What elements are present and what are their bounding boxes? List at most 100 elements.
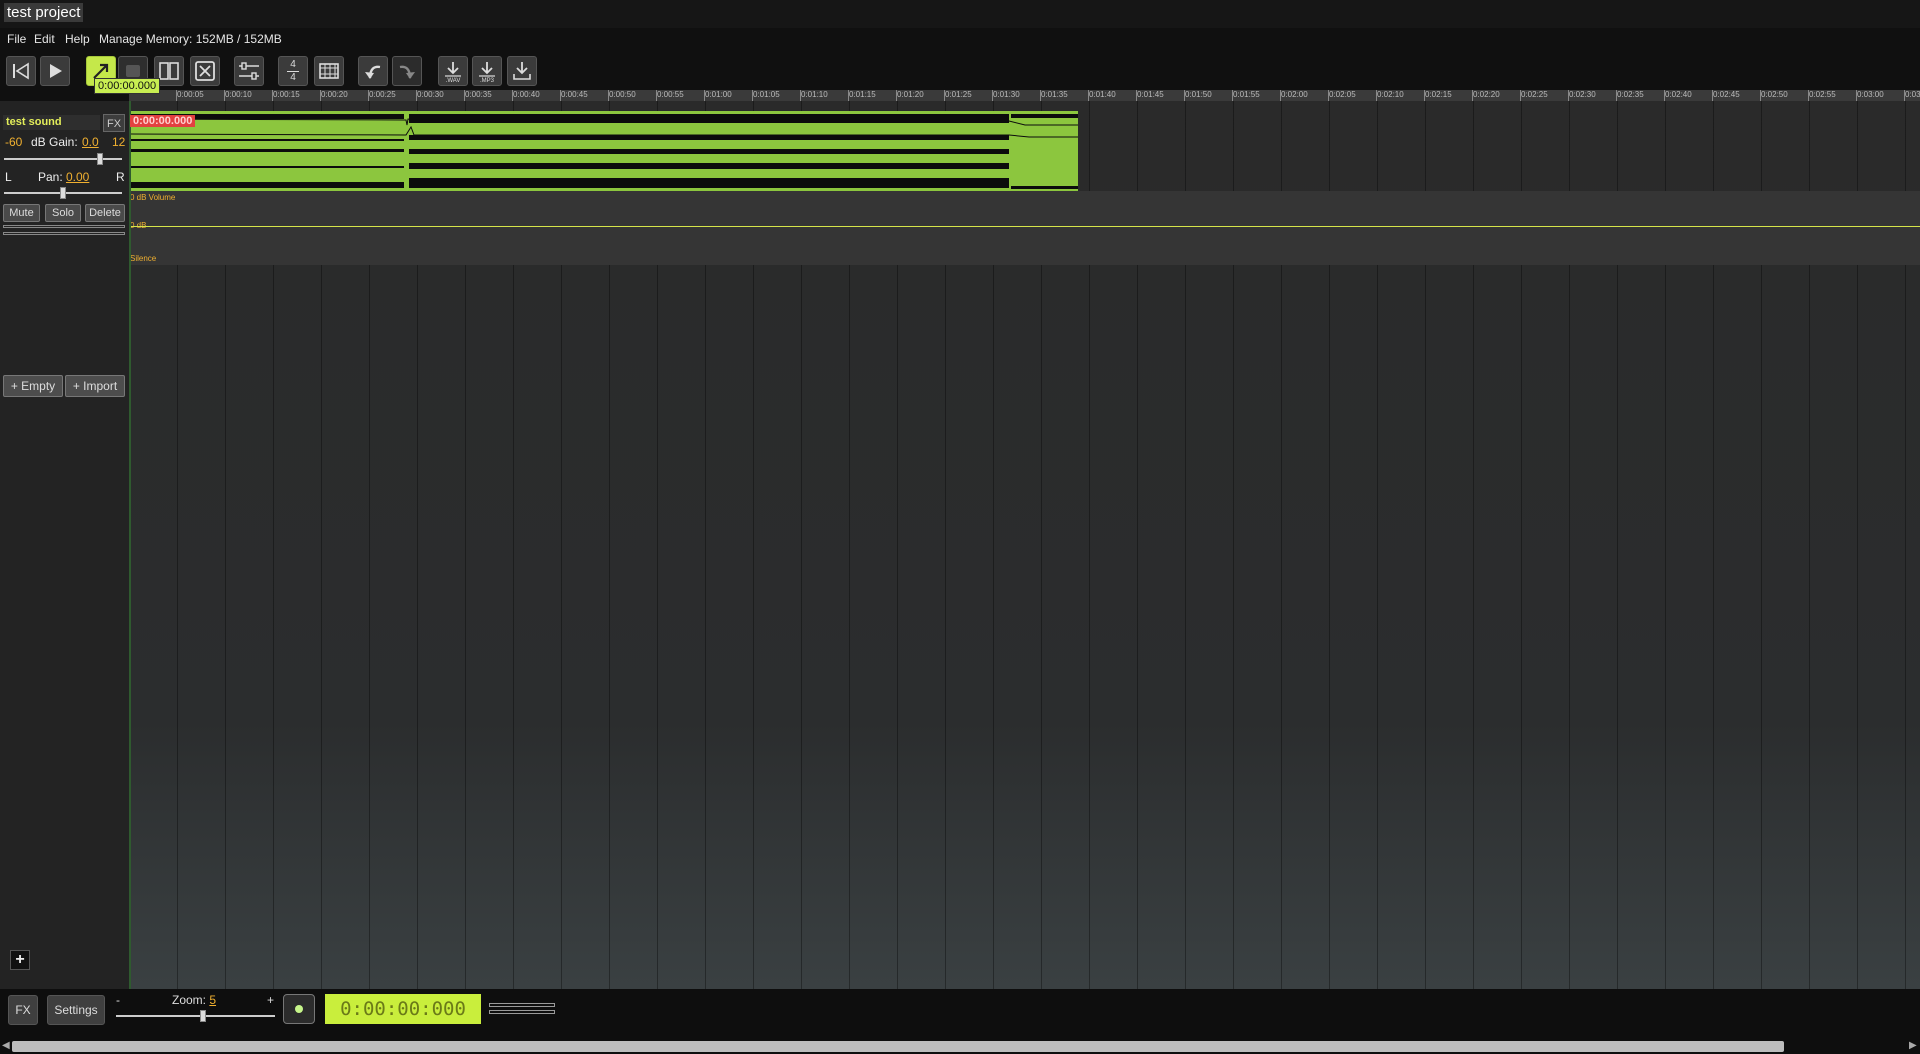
delete-track-button[interactable]: Delete — [85, 204, 125, 222]
playhead-tooltip: 0:00:00.000 — [94, 78, 161, 94]
mute-button[interactable]: Mute — [3, 204, 40, 222]
record-button[interactable] — [283, 994, 315, 1024]
ruler-tick: 0:02:10 — [1376, 90, 1404, 101]
download-icon — [513, 62, 531, 80]
pan-value[interactable]: 0.00 — [66, 170, 89, 184]
track-level-meter-left — [3, 225, 125, 228]
ruler-tick: 0:02:05 — [1328, 90, 1356, 101]
time-display: 0:00:00:000 — [325, 994, 481, 1024]
ruler-tick: 0:00:20 — [320, 90, 348, 101]
add-track-icon[interactable]: + — [10, 950, 30, 970]
ruler-tick: 0:02:50 — [1760, 90, 1788, 101]
time-signature-button[interactable]: 4 4 — [278, 56, 308, 86]
audio-clip[interactable]: 0:00:00.000 — [129, 111, 1078, 191]
add-import-track-button[interactable]: + Import — [65, 375, 125, 397]
export-wav-label: .WAV — [445, 78, 461, 84]
download-button[interactable] — [507, 56, 537, 86]
transport-bar: FX Settings - Zoom: 5 + 0:00:00:000 — [0, 989, 1920, 1039]
split-icon — [159, 62, 179, 80]
mixer-button[interactable] — [234, 56, 264, 86]
zoom-value[interactable]: 5 — [209, 993, 216, 1007]
ruler-tick: 0:02:15 — [1424, 90, 1452, 101]
automation-volume-label: 0 dB Volume — [130, 193, 176, 202]
ruler-tick: 0:02:30 — [1568, 90, 1596, 101]
zoom-slider[interactable] — [116, 1015, 275, 1017]
ruler-tick: 0:01:05 — [752, 90, 780, 101]
pan-label: Pan: — [38, 170, 63, 184]
menu-help[interactable]: Help — [65, 32, 90, 46]
ruler-tick: 0:01:15 — [848, 90, 876, 101]
menu-manage-memory[interactable]: Manage Memory: 152MB / 152MB — [99, 32, 282, 46]
ruler-tick: 0:02:45 — [1712, 90, 1740, 101]
scroll-left-arrow[interactable]: ◀ — [2, 1040, 10, 1051]
pan-right-label: R — [116, 170, 125, 184]
ruler-tick: 0:01:25 — [944, 90, 972, 101]
track-name[interactable]: test sound — [3, 115, 100, 130]
record-dot-icon — [295, 1005, 303, 1013]
grid-icon — [319, 63, 339, 79]
redo-button[interactable] — [392, 56, 422, 86]
gain-value[interactable]: 0.0 — [82, 135, 99, 149]
track-level-meter-right — [3, 232, 125, 235]
solo-button[interactable]: Solo — [45, 204, 81, 222]
timeline-area[interactable]: 0:00:00.000 0 dB Volume 0 dB Silence — [129, 101, 1920, 989]
timeline-ruler[interactable]: 0:00:05 0:00:10 0:00:15 0:00:20 0:00:25 … — [129, 90, 1920, 101]
zoom-slider-thumb[interactable] — [200, 1010, 206, 1022]
undo-button[interactable] — [358, 56, 388, 86]
ruler-tick: 0:01:30 — [992, 90, 1020, 101]
playhead[interactable] — [129, 101, 131, 989]
skip-back-button[interactable] — [6, 56, 36, 86]
grid-button[interactable] — [314, 56, 344, 86]
undo-icon — [365, 65, 381, 79]
ruler-tick: 0:00:05 — [176, 90, 204, 101]
ruler-tick: 0:01:45 — [1136, 90, 1164, 101]
volume-automation-lane[interactable]: 0 dB Volume 0 dB Silence — [129, 191, 1920, 265]
master-fx-button[interactable]: FX — [8, 995, 38, 1025]
gain-slider[interactable] — [4, 158, 122, 160]
time-signature-icon: 4 4 — [287, 58, 299, 83]
master-meter-left — [489, 1003, 555, 1007]
ruler-tick: 0:02:00 — [1280, 90, 1308, 101]
ruler-tick: 0:00:40 — [512, 90, 540, 101]
scrollbar-thumb[interactable] — [12, 1041, 1784, 1052]
pan-slider-thumb[interactable] — [60, 187, 66, 199]
horizontal-scrollbar[interactable]: ◀ ▶ — [0, 1039, 1920, 1054]
ruler-tick: 0:00:30 — [416, 90, 444, 101]
project-title[interactable]: test project — [4, 3, 84, 22]
ruler-tick: 0:02:55 — [1808, 90, 1836, 101]
mixer-icon — [239, 62, 259, 80]
track-fx-button[interactable]: FX — [103, 114, 125, 132]
ruler-tick: 0:02:35 — [1616, 90, 1644, 101]
settings-button[interactable]: Settings — [47, 995, 105, 1025]
skip-back-icon — [13, 62, 29, 80]
gain-slider-thumb[interactable] — [97, 153, 103, 165]
title-bar: test project — [0, 0, 1920, 28]
export-wav-button[interactable]: .WAV — [438, 56, 468, 86]
track-header: test sound FX -60 dB Gain: 0.0 12 L Pan:… — [0, 113, 129, 243]
play-button[interactable] — [40, 56, 70, 86]
time-signature-top: 4 — [290, 58, 296, 70]
zoom-plus-label[interactable]: + — [267, 993, 274, 1007]
ruler-tick: 0:00:50 — [608, 90, 636, 101]
ruler-tick: 0:02:20 — [1472, 90, 1500, 101]
ruler-tick: 0:02:25 — [1520, 90, 1548, 101]
export-mp3-button[interactable]: .MP3 — [472, 56, 502, 86]
scroll-right-arrow[interactable]: ▶ — [1909, 1040, 1917, 1051]
clip-time-label: 0:00:00.000 — [130, 115, 196, 127]
menu-edit[interactable]: Edit — [34, 32, 55, 46]
time-signature-bottom: 4 — [290, 71, 296, 83]
ruler-tick: 0:00:10 — [224, 90, 252, 101]
add-empty-track-button[interactable]: + Empty — [3, 375, 63, 397]
ruler-tick: 0:00:35 — [464, 90, 492, 101]
delete-clip-button[interactable] — [190, 56, 220, 86]
toolbar: 4 4 .WAV .MP3 — [0, 52, 1920, 88]
ruler-tick: 0:01:40 — [1088, 90, 1116, 101]
master-meter-right — [489, 1010, 555, 1014]
volume-automation-line[interactable] — [129, 226, 1920, 227]
ruler-tick: 0:00:45 — [560, 90, 588, 101]
redo-icon — [399, 65, 415, 79]
gain-max-label: 12 — [112, 135, 126, 149]
menu-file[interactable]: File — [7, 32, 26, 46]
ruler-tick: 0:01:50 — [1184, 90, 1212, 101]
zoom-minus-label[interactable]: - — [116, 993, 120, 1007]
